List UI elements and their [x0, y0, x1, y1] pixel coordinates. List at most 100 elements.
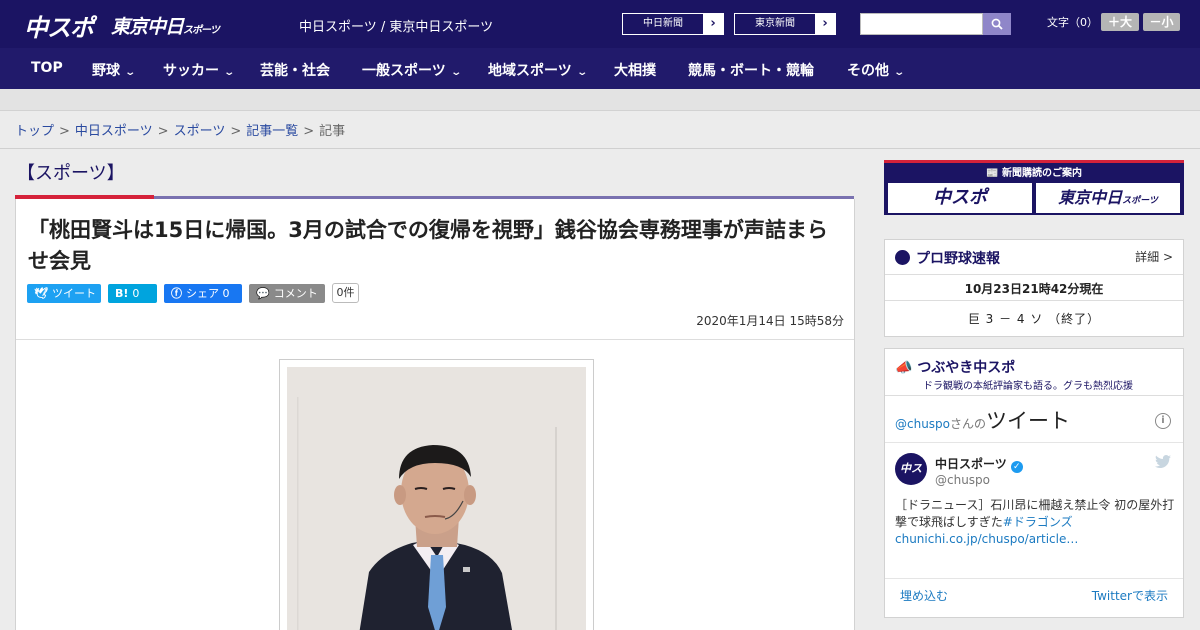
nav-label: 芸能・社会 [260, 63, 330, 79]
twitter-bird-icon: 🕊 [34, 287, 48, 300]
comment-count-badge: 0件 [332, 283, 359, 303]
facebook-count: 0 [222, 287, 230, 300]
breadcrumb-article-list[interactable]: 記事一覧 [246, 124, 298, 139]
sub-nav-strip [0, 89, 1200, 111]
tsubuyaki-subtitle: ドラ観戦の本紙評論家も語る。グラも熱烈応援 [923, 381, 1133, 392]
chuspo-subscribe-logo[interactable]: 中スポ [888, 183, 1032, 213]
tweet-link[interactable]: chunichi.co.jp/chuspo/article… [895, 531, 1177, 548]
chevron-right-icon: › [703, 14, 723, 34]
breadcrumb-separator: > [59, 124, 70, 139]
info-icon[interactable]: i [1155, 413, 1171, 429]
tokyo-subscribe-text: 東京中日 [1058, 188, 1123, 207]
divider [885, 442, 1183, 443]
chevron-down-icon: ⌄ [450, 67, 462, 78]
timeline-tweets-word: ツイート [986, 409, 1071, 433]
tokyo-logo-text: 東京中日 [111, 16, 184, 38]
divider [885, 300, 1183, 301]
nav-other[interactable]: その他 ⌄ [847, 60, 905, 80]
tweet-label: ツイート [51, 287, 96, 300]
press-conference-photo [287, 367, 586, 630]
chuspo-logo[interactable]: 中スポ [24, 8, 94, 43]
font-larger-button[interactable]: ＋大 [1101, 13, 1139, 31]
breadcrumb-top[interactable]: トップ [15, 124, 54, 139]
section-title: 【スポーツ】 [17, 163, 125, 184]
nav-top[interactable]: TOP [31, 60, 63, 76]
article-photo-frame [279, 359, 594, 630]
breadcrumb-sports[interactable]: スポーツ [174, 124, 226, 139]
divider [885, 274, 1183, 275]
tweet-body: ［ドラニュース］石川昂に柵越え禁止令 初の屋外打撃で球飛ばしすぎた#ドラゴンズ … [895, 497, 1177, 548]
view-on-twitter-link[interactable]: Twitterで表示 [1092, 587, 1168, 604]
tweet-button[interactable]: 🕊 ツイート [27, 284, 101, 303]
megaphone-icon: 📣 [895, 360, 913, 376]
avatar[interactable]: 中スポ [895, 453, 927, 507]
nav-racing[interactable]: 競馬・ボート・競輪 [688, 60, 814, 80]
subscription-title-text: 新聞購読のご案内 [1001, 168, 1082, 179]
comment-button[interactable]: 💬 コメント [249, 284, 325, 303]
breadcrumb-separator: > [230, 124, 242, 139]
divider [885, 578, 1183, 579]
nav-label: その他 [847, 63, 889, 79]
account-name-text: 中日スポーツ [935, 457, 1007, 471]
twitter-widget-card: 📣 つぶやき中スポ ドラ観戦の本紙評論家も語る。グラも熱烈応援 @chuspoさ… [884, 348, 1184, 618]
verified-badge-icon: ✓ [1010, 461, 1023, 473]
font-smaller-button[interactable]: －小 [1143, 13, 1180, 31]
nav-baseball[interactable]: 野球 ⌄ [92, 60, 137, 80]
breadcrumb: トップ > 中日スポーツ > スポーツ > 記事一覧 > 記事 [15, 120, 345, 139]
search-input[interactable] [860, 13, 983, 35]
divider [885, 395, 1183, 396]
subscription-banner[interactable]: 📰 新聞購読のご案内 中スポ 東京中日スポーツ [884, 160, 1184, 215]
article-date: 2020年1月14日 15時58分 [696, 314, 844, 328]
comment-bubble-icon: 💬 [256, 287, 270, 300]
chevron-down-icon: ⌄ [223, 67, 236, 78]
tokyo-shimbun-link[interactable]: 東京新聞 › [734, 13, 836, 35]
article-headline: 「桃田賢斗は15日に帰国。3月の試合での復帰を視野」銭谷協会専務理事が声詰まらせ… [28, 218, 828, 273]
article-card: 「桃田賢斗は15日に帰国。3月の試合での復帰を視野」銭谷協会専務理事が声詰まらせ… [15, 199, 855, 630]
timeline-header: @chuspoさんのツイート [895, 405, 1070, 435]
nav-sumo[interactable]: 大相撲 [614, 60, 656, 80]
breadcrumb-current: 記事 [319, 124, 346, 139]
tokyo-chunichi-logo[interactable]: 東京中日スポーツ [111, 12, 220, 39]
hatena-bookmark-button[interactable]: B! 0 [108, 284, 157, 303]
baseball-title-text: プロ野球速報 [916, 251, 1000, 267]
tokyo-shimbun-label: 東京新聞 [755, 18, 795, 29]
facebook-icon: ⓕ [171, 287, 182, 300]
chunichi-shimbun-link[interactable]: 中日新聞 › [622, 13, 724, 35]
baseball-score[interactable]: 巨 3 － 4 ソ （終了） [885, 310, 1183, 327]
baseball-icon [895, 250, 910, 265]
tokyo-chunichi-subscribe-logo[interactable]: 東京中日スポーツ [1036, 183, 1180, 213]
tsubuyaki-title-text: つぶやき中スポ [917, 360, 1016, 376]
nav-entertainment[interactable]: 芸能・社会 [260, 60, 330, 80]
site-header: 中スポ 東京中日スポーツ 中日スポーツ / 東京中日スポーツ 中日新聞 › 東京… [0, 0, 1200, 48]
chevron-down-icon: ⌄ [576, 67, 588, 78]
tweet-hashtag[interactable]: #ドラゴンズ [1003, 515, 1073, 529]
breadcrumb-chunichi-sports[interactable]: 中日スポーツ [75, 124, 153, 139]
baseball-detail-link[interactable]: 詳細 > [1135, 248, 1173, 265]
nav-soccer[interactable]: サッカー ⌄ [163, 60, 236, 80]
comment-label: コメント [273, 287, 318, 300]
timeline-handle[interactable]: @chuspo [895, 417, 950, 431]
divider [16, 339, 854, 340]
subscription-title: 📰 新聞購読のご案内 [884, 164, 1184, 179]
facebook-share-button[interactable]: ⓕ シェア 0 [164, 284, 242, 303]
account-name[interactable]: 中日スポーツ ✓ [935, 455, 1023, 473]
account-handle[interactable]: @chuspo [935, 473, 990, 487]
nav-general-sports[interactable]: 一般スポーツ ⌄ [362, 60, 462, 80]
nav-label: 大相撲 [614, 63, 656, 79]
baseball-scores-card: プロ野球速報 詳細 > 10月23日21時42分現在 巨 3 － 4 ソ （終了… [884, 239, 1184, 337]
tokyo-logo-small: スポーツ [183, 25, 220, 36]
article-photo[interactable] [287, 367, 586, 630]
chunichi-shimbun-label: 中日新聞 [643, 18, 683, 29]
nav-label: 地域スポーツ [488, 63, 572, 79]
baseball-update-time: 10月23日21時42分現在 [964, 282, 1104, 296]
twitter-bird-icon[interactable] [1155, 455, 1171, 468]
breadcrumb-separator: > [303, 124, 315, 139]
font-size-label: 文字（0） [1047, 16, 1098, 29]
tsubuyaki-title: 📣 つぶやき中スポ [895, 357, 1015, 377]
nav-regional-sports[interactable]: 地域スポーツ ⌄ [488, 60, 588, 80]
search-icon [991, 18, 1003, 30]
facebook-label: シェア [186, 287, 219, 300]
search-button[interactable] [983, 13, 1011, 35]
embed-link[interactable]: 埋め込む [900, 587, 948, 604]
chevron-down-icon: ⌄ [124, 67, 137, 78]
